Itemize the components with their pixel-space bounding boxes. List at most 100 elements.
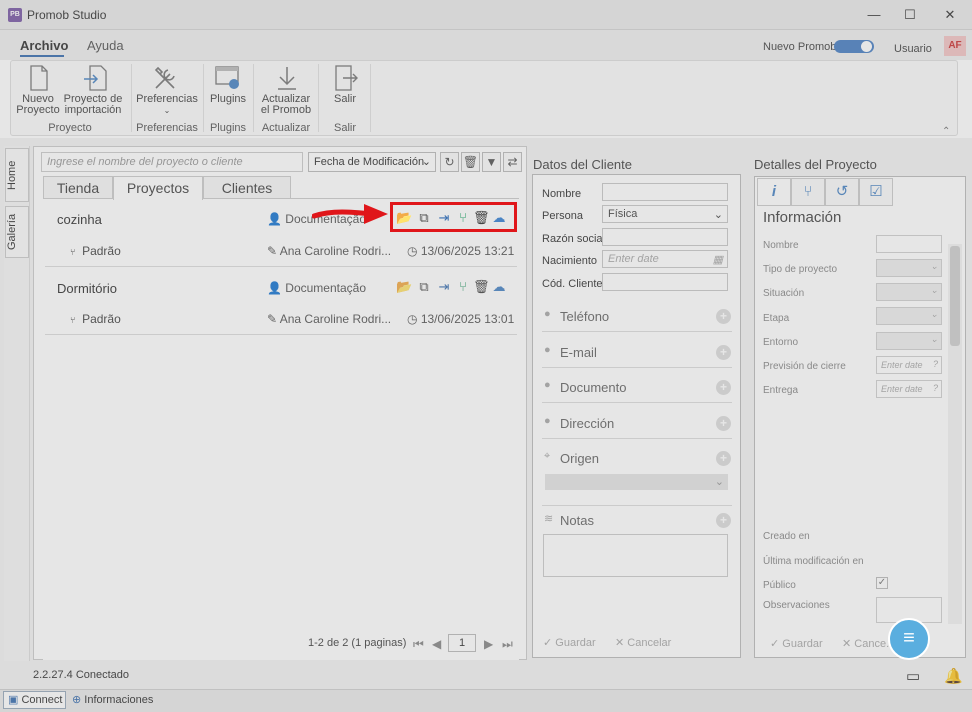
filter-button[interactable]: ▼	[482, 152, 501, 172]
email-icon: ●	[544, 344, 551, 356]
plugins-button[interactable]: Plugins	[206, 94, 250, 105]
informaciones-button[interactable]: ⊕ Informaciones	[72, 693, 153, 706]
add-notas-icon[interactable]: +	[716, 513, 731, 528]
minimize-button[interactable]: —	[864, 5, 884, 25]
nuevo-proyecto-button[interactable]: Nuevo Proyecto	[14, 94, 62, 116]
pen-icon: ✎	[267, 244, 278, 258]
cloud-icon[interactable]: ☁	[491, 210, 507, 226]
add-version-icon[interactable]: ⑂	[455, 279, 471, 294]
tab-galeria[interactable]: Galería	[5, 206, 29, 258]
cloud-icon[interactable]: ☁	[491, 279, 507, 295]
export-icon[interactable]: ⇥	[436, 210, 452, 226]
section-documento[interactable]: ● Documento +	[542, 373, 732, 403]
add-origen-icon[interactable]: +	[716, 451, 731, 466]
prev-page-button[interactable]: ◀	[432, 637, 441, 651]
tab-structure[interactable]: ⑂	[791, 178, 825, 206]
persona-select[interactable]: Física ⌄	[602, 205, 728, 223]
copy-icon[interactable]: ⧉	[416, 279, 432, 295]
last-page-button[interactable]: ⏭	[502, 637, 513, 652]
chevron-down-icon: ⌄	[714, 476, 724, 488]
usuario-label: Usuario	[894, 43, 932, 55]
detail-prevision-field[interactable]: Enter date?	[876, 356, 942, 374]
section-telefono[interactable]: ● Teléfono +	[542, 302, 732, 332]
window-title: Promob Studio	[27, 8, 107, 22]
detail-entorno-select[interactable]: ⌄	[876, 332, 942, 350]
client-guardar-button[interactable]: ✓ Guardar	[543, 636, 596, 649]
sort-select[interactable]: Fecha de Modificación ⌄	[308, 152, 436, 172]
avatar[interactable]: AF	[944, 36, 966, 56]
bell-icon[interactable]: 🔔	[944, 667, 963, 685]
details-guardar-button[interactable]: ✓ Guardar	[770, 637, 823, 650]
section-origen[interactable]: ⌖ Origen +	[542, 444, 732, 474]
ribbon-separator	[318, 64, 319, 132]
connect-button[interactable]: ▣ Connect	[3, 691, 66, 709]
detail-entorno-label: Entorno	[763, 337, 799, 348]
sync-button[interactable]: ⇄	[503, 152, 522, 172]
client-cancelar-button[interactable]: ✕ Cancelar	[615, 636, 671, 649]
tab-history[interactable]: ↺	[825, 178, 859, 206]
nombre-field[interactable]	[602, 183, 728, 201]
open-folder-icon[interactable]: 📂	[396, 279, 412, 295]
pen-icon: ✎	[267, 312, 278, 326]
tab-checklist[interactable]: ☑	[859, 178, 893, 206]
notas-textarea[interactable]	[543, 534, 728, 577]
tab-clientes[interactable]: Clientes	[203, 176, 291, 199]
branch-icon: ⑂	[70, 315, 76, 325]
menu-archivo[interactable]: Archivo	[20, 38, 68, 53]
detail-situacion-select[interactable]: ⌄	[876, 283, 942, 301]
client-panel-title: Datos del Cliente	[533, 157, 632, 172]
first-page-button[interactable]: ⏮	[413, 637, 424, 652]
detail-entrega-label: Entrega	[763, 385, 799, 396]
detail-etapa-select[interactable]: ⌄	[876, 307, 942, 325]
copy-icon[interactable]: ⧉	[416, 210, 432, 226]
tab-tienda[interactable]: Tienda	[43, 176, 113, 199]
preferencias-button[interactable]: Preferencias ⌄	[134, 94, 200, 116]
trash-icon[interactable]: 🗑	[473, 210, 490, 226]
export-icon[interactable]: ⇥	[436, 279, 452, 295]
sort-value: Fecha de Modificación	[314, 156, 425, 168]
open-folder-icon[interactable]: 📂	[396, 210, 412, 226]
section-direccion[interactable]: ● Dirección +	[542, 409, 732, 439]
maximize-button[interactable]: ☐	[900, 5, 920, 25]
salir-button[interactable]: Salir	[324, 94, 366, 105]
delete-all-button[interactable]: 🗑	[461, 152, 480, 172]
menu-ayuda[interactable]: Ayuda	[87, 38, 124, 53]
tab-home[interactable]: Home	[5, 148, 29, 202]
razon-social-field[interactable]	[602, 228, 728, 246]
origen-select[interactable]: ⌄	[545, 474, 728, 490]
page-input[interactable]: 1	[448, 634, 476, 652]
tab-proyectos[interactable]: Proyectos	[113, 176, 203, 200]
add-version-icon[interactable]: ⑂	[455, 210, 471, 225]
proyecto-importacion-button[interactable]: Proyecto de importación	[62, 94, 124, 116]
detail-tipo-select[interactable]: ⌄	[876, 259, 942, 277]
nacimiento-field[interactable]: Enter date ▦	[602, 250, 728, 268]
branch-icon: ⑂	[70, 247, 76, 257]
section-email[interactable]: ● E-mail +	[542, 338, 732, 368]
detail-nombre-field[interactable]	[876, 235, 942, 253]
date-text: 13/06/2025 13:21	[420, 244, 515, 258]
actualizar-button[interactable]: Actualizar el Promob	[256, 94, 316, 116]
scrollbar-thumb[interactable]	[950, 246, 960, 346]
guardar-label: Guardar	[555, 637, 596, 649]
tab-info[interactable]: i	[757, 178, 791, 206]
informaciones-label: Informaciones	[84, 694, 154, 706]
publico-checkbox[interactable]: ✓	[876, 577, 888, 589]
screen-share-icon[interactable]: ▭	[906, 667, 920, 685]
cod-cliente-field[interactable]	[602, 273, 728, 291]
trash-icon[interactable]: 🗑	[473, 279, 490, 295]
project-name[interactable]: Dormitório	[57, 281, 117, 296]
collapse-ribbon-icon[interactable]: ⌃	[942, 126, 950, 137]
refresh-button[interactable]: ↻	[440, 152, 459, 172]
add-documento-icon[interactable]: +	[716, 380, 731, 395]
add-direccion-icon[interactable]: +	[716, 416, 731, 431]
detail-entrega-field[interactable]: Enter date?	[876, 380, 942, 398]
close-button[interactable]: ✕	[940, 5, 960, 25]
project-name[interactable]: cozinha	[57, 212, 102, 227]
add-email-icon[interactable]: +	[716, 345, 731, 360]
add-telefono-icon[interactable]: +	[716, 309, 731, 324]
section-notas[interactable]: ≋ Notas +	[542, 506, 732, 536]
group-proyecto-label: Proyecto	[48, 122, 92, 134]
help-icon: ?	[932, 383, 938, 393]
search-input[interactable]: Ingrese el nombre del proyecto o cliente	[41, 152, 303, 172]
next-page-button[interactable]: ▶	[484, 637, 493, 651]
